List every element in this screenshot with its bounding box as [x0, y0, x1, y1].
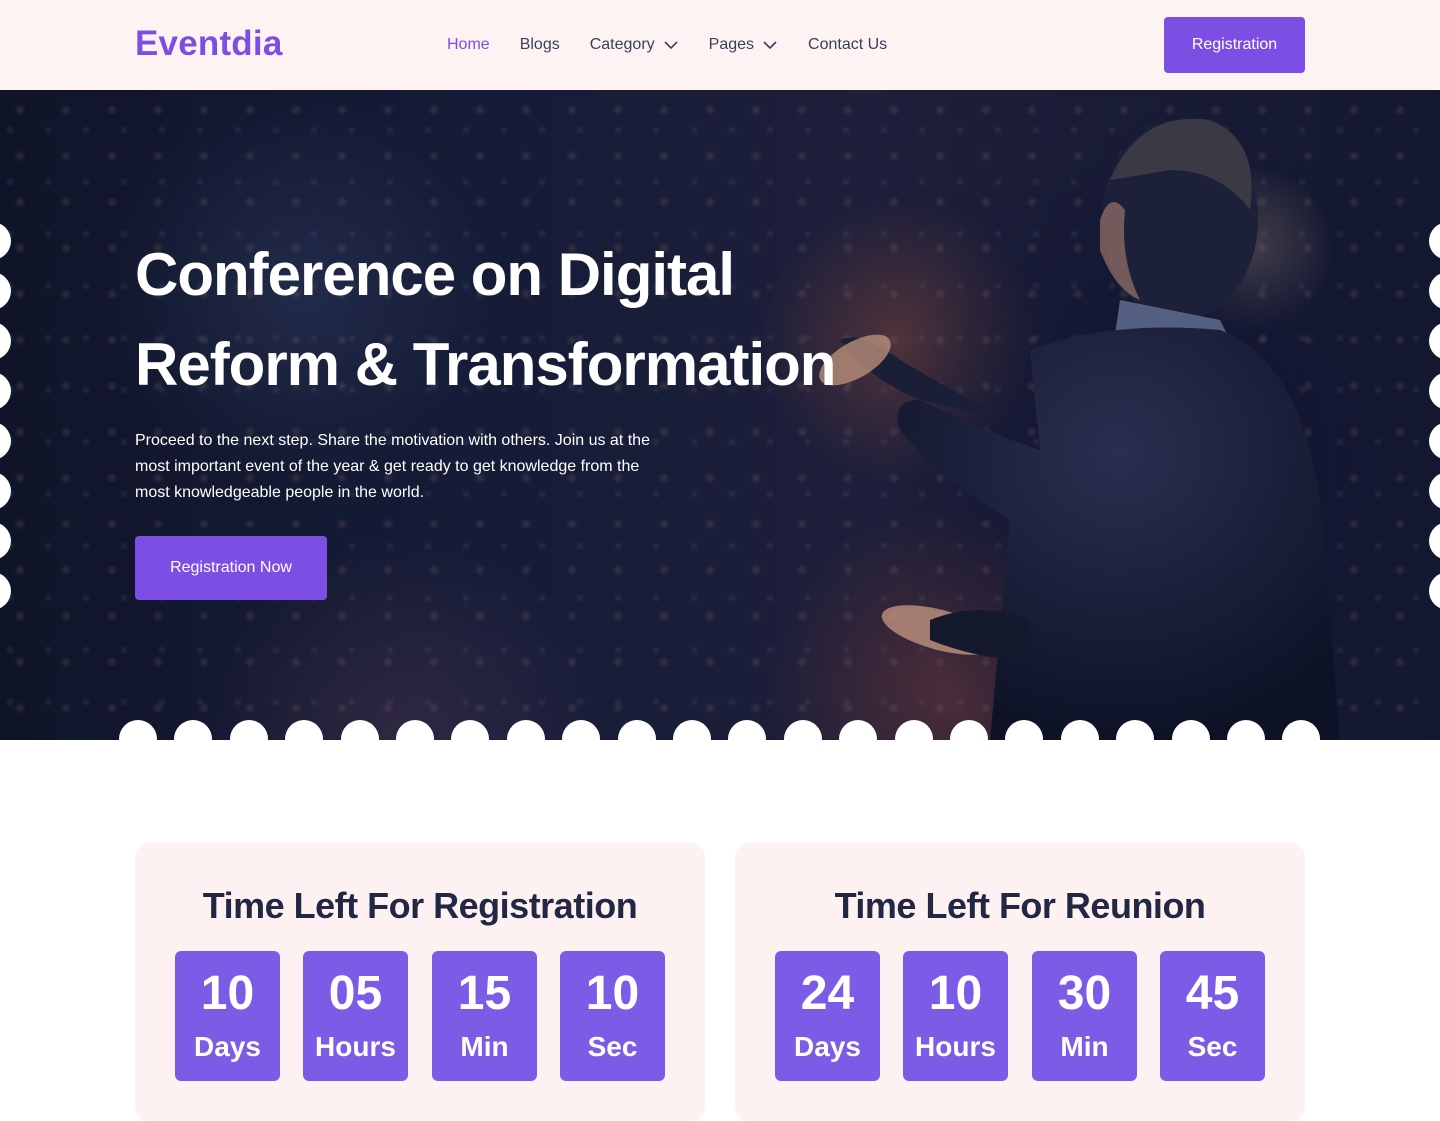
nav-item-label: Pages: [708, 36, 755, 53]
countdown-box-min: 30 Min: [1032, 951, 1137, 1081]
hero-title: Conference on Digital Reform & Transform…: [135, 230, 895, 410]
countdown-card-reunion: Time Left For Reunion 24 Days 10 Hours 3…: [735, 843, 1305, 1121]
countdown-value: 10: [928, 967, 983, 1020]
countdown-unit: Sec: [1187, 1031, 1238, 1062]
scallop-dot: [728, 720, 767, 758]
countdown-box-sec: 10 Sec: [560, 951, 665, 1081]
nav-item-label: Blogs: [519, 36, 560, 53]
countdown-value: 30: [1057, 967, 1112, 1020]
countdown-unit: Days: [194, 1031, 261, 1062]
countdown-title: Time Left For Registration: [202, 885, 638, 926]
scallop-dot: [783, 720, 822, 758]
scallop-dot: [562, 720, 601, 758]
nav-item-home[interactable]: Home: [447, 36, 490, 54]
top-navbar: Eventdia Home Blogs Category Pages Conta…: [0, 0, 1440, 90]
scallop-dot: [119, 720, 157, 758]
countdown-box-hours: 05 Hours: [303, 951, 408, 1081]
nav-item-label: Home: [447, 36, 490, 53]
scallop-dot: [673, 720, 711, 758]
scallop-dot: [950, 720, 988, 758]
scallop-dot: [229, 720, 268, 758]
scallop-dot: [617, 720, 656, 758]
scallop-dot: [1005, 720, 1044, 758]
registration-now-button[interactable]: Registration Now: [135, 536, 327, 600]
nav-item-category[interactable]: Category: [590, 36, 679, 54]
scallop-dot: [174, 720, 213, 758]
countdown-value: 10: [200, 967, 255, 1020]
countdown-box-days: 24 Days: [775, 951, 880, 1081]
scallop-dot: [1116, 720, 1155, 758]
countdown-unit: Days: [794, 1031, 861, 1062]
scallop-dot: [894, 720, 933, 758]
countdown-unit: Hours: [915, 1031, 996, 1062]
countdown-value: 05: [328, 967, 383, 1020]
scallop-dot: [340, 720, 379, 758]
nav-item-contact-us[interactable]: Contact Us: [808, 36, 887, 54]
countdown-value: 24: [800, 967, 855, 1020]
countdown-box-min: 15 Min: [432, 951, 537, 1081]
countdown-value: 10: [585, 967, 640, 1020]
countdown-card-registration: Time Left For Registration 10 Days 05 Ho…: [135, 843, 705, 1121]
countdown-unit: Min: [1060, 1031, 1109, 1062]
registration-button[interactable]: Registration: [1164, 17, 1305, 73]
scallop-dot: [451, 720, 490, 758]
speaker-photo: [819, 118, 1340, 740]
hero-description: Proceed to the next step. Share the moti…: [135, 432, 650, 501]
scallop-dot: [1060, 720, 1099, 758]
countdown-value: 15: [457, 967, 512, 1020]
countdown-box-hours: 10 Hours: [903, 951, 1008, 1081]
chevron-down-icon: [763, 41, 777, 50]
scallop-dot: [839, 720, 878, 758]
countdown-value: 45: [1185, 967, 1240, 1020]
countdown-unit: Sec: [587, 1031, 638, 1062]
hero-title-line-1: Conference on Digital: [135, 241, 735, 308]
nav-item-label: Contact Us: [808, 36, 888, 53]
brand-logo[interactable]: Eventdia: [135, 24, 282, 64]
countdown-unit: Hours: [315, 1031, 396, 1062]
countdown-box-sec: 45 Sec: [1160, 951, 1265, 1081]
nav-item-pages[interactable]: Pages: [709, 36, 778, 54]
scallop-dot: [1282, 720, 1321, 758]
nav-item-label: Category: [589, 36, 655, 53]
scallop-dot: [1227, 720, 1265, 758]
nav-item-blogs[interactable]: Blogs: [520, 36, 560, 54]
chevron-down-icon: [664, 41, 678, 50]
hero-title-line-2: Reform & Transformation: [135, 331, 836, 398]
countdown-title: Time Left For Reunion: [834, 885, 1206, 926]
scallop-dot: [396, 720, 434, 758]
countdown-box-days: 10 Days: [175, 951, 280, 1081]
main-menu: Home Blogs Category Pages Contact Us: [447, 0, 917, 90]
hero-section: Conference on Digital Reform & Transform…: [0, 90, 1440, 740]
countdown-unit: Min: [460, 1031, 509, 1062]
scallop-dot: [1171, 720, 1210, 758]
scallop-dot: [506, 720, 545, 758]
scallop-dot: [285, 720, 324, 758]
